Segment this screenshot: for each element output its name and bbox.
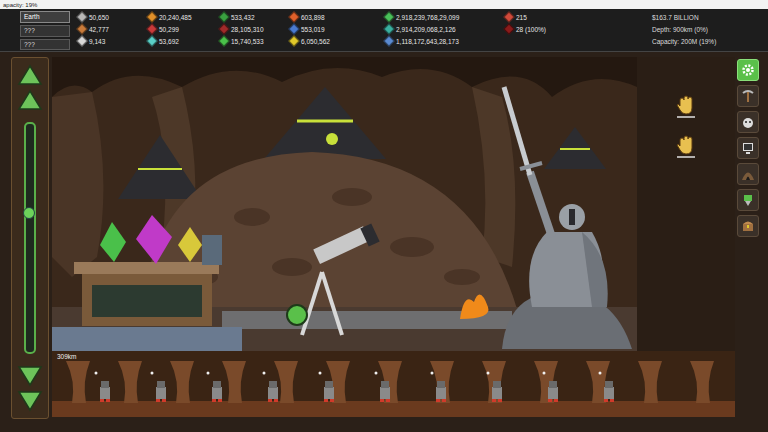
ore-icon xyxy=(76,35,87,46)
chest-icon xyxy=(741,219,755,233)
gear-icon xyxy=(741,63,755,77)
ore-icon xyxy=(146,23,157,34)
resource-count: 50,650 xyxy=(89,14,109,21)
resource-count: 50,299 xyxy=(159,26,179,33)
resource-item: 1,118,172,643,28,173 xyxy=(385,35,497,47)
resource-count: 20,240,485 xyxy=(159,14,192,21)
resource-item: 533,432 xyxy=(220,11,282,23)
resource-count: 553,019 xyxy=(301,26,325,33)
resource-item: 50,299 xyxy=(148,23,212,35)
hand-icon[interactable] xyxy=(673,93,699,119)
side-panel xyxy=(637,57,735,351)
ore-icon xyxy=(383,35,394,46)
resource-count: 603,898 xyxy=(301,14,325,21)
ore-icon xyxy=(146,35,157,46)
depth-thumb[interactable] xyxy=(23,207,35,219)
resource-count: 15,740,533 xyxy=(231,38,264,45)
resource-item: 28,105,310 xyxy=(220,23,282,35)
scroll-top-up-icon[interactable] xyxy=(17,64,43,86)
toolbar-button[interactable] xyxy=(737,85,759,107)
resource-item: 20,240,485 xyxy=(148,11,212,23)
resource-column: 215 28 (100%) xyxy=(505,11,585,35)
resource-item: 50,650 xyxy=(78,11,140,23)
resource-item: 9,143 xyxy=(78,35,140,47)
resource-count: 533,432 xyxy=(231,14,255,21)
resource-count: 2,914,209,068,2,126 xyxy=(396,26,456,33)
stat-text: Capacity: 200M (19%) xyxy=(652,35,762,47)
resource-item: 215 xyxy=(505,11,585,23)
ore-icon xyxy=(383,23,394,34)
resource-count: 28,105,310 xyxy=(231,26,264,33)
depth-scroller xyxy=(11,57,49,419)
scroll-up-icon[interactable] xyxy=(17,89,43,111)
resource-item: 42,777 xyxy=(78,23,140,35)
resource-column: 2,918,239,768,29,099 2,914,209,068,2,126 1… xyxy=(385,11,497,47)
ore-icon xyxy=(146,11,157,22)
creature-icon xyxy=(741,115,755,129)
stats: $163.7 BILLIONDepth: 900km (0%)Capacity:… xyxy=(652,11,762,47)
resource-column: 50,650 42,777 9,143 xyxy=(78,11,140,47)
toolbar-button[interactable] xyxy=(737,189,759,211)
toolbar-button[interactable] xyxy=(737,137,759,159)
depth-track[interactable] xyxy=(24,122,36,354)
cave-icon xyxy=(741,167,755,181)
scroll-bottom-down-icon[interactable] xyxy=(17,390,43,412)
resource-count: 53,692 xyxy=(159,38,179,45)
resource-count: 215 xyxy=(516,14,527,21)
resource-count: 28 (100%) xyxy=(516,26,546,33)
resource-item: 603,898 xyxy=(290,11,377,23)
pickaxe-icon xyxy=(741,89,755,103)
toolbar-button[interactable] xyxy=(737,59,759,81)
world-button[interactable]: Earth xyxy=(20,11,70,23)
resource-item: 2,918,239,768,29,099 xyxy=(385,11,497,23)
stat-text: Depth: 900km (0%) xyxy=(652,23,762,35)
world-button[interactable]: ??? xyxy=(20,25,70,37)
hand-icon[interactable] xyxy=(673,133,699,159)
window-title: apacity: 19% xyxy=(3,2,37,8)
ore-icon xyxy=(383,11,394,22)
title-bar: apacity: 19% xyxy=(0,0,768,9)
ore-icon xyxy=(503,11,514,22)
resource-item: 6,050,562 xyxy=(290,35,377,47)
ore-icon xyxy=(288,35,299,46)
toolbar xyxy=(737,57,761,431)
mine-scene[interactable] xyxy=(52,57,637,351)
resource-count: 1,118,172,643,28,173 xyxy=(396,38,459,45)
depth-label: 309km xyxy=(57,353,77,360)
resource-count: 42,777 xyxy=(89,26,109,33)
toolbar-button[interactable] xyxy=(737,111,759,133)
resource-column: 20,240,485 50,299 53,692 xyxy=(148,11,212,47)
resource-item: 553,019 xyxy=(290,23,377,35)
toolbar-button[interactable] xyxy=(737,163,759,185)
ore-icon xyxy=(288,11,299,22)
resource-count: 9,143 xyxy=(89,38,105,45)
scroll-down-icon[interactable] xyxy=(17,365,43,387)
ore-icon xyxy=(218,35,229,46)
toolbar-button[interactable] xyxy=(737,215,759,237)
ore-icon xyxy=(218,11,229,22)
mine-level-strip[interactable]: 309km xyxy=(52,351,735,417)
resource-column: 533,432 28,105,310 15,740,533 xyxy=(220,11,282,47)
resource-count: 2,918,239,768,29,099 xyxy=(396,14,459,21)
resource-column: 603,898 553,019 6,050,562 xyxy=(290,11,377,47)
resource-item: 2,914,209,068,2,126 xyxy=(385,23,497,35)
world-button[interactable]: ??? xyxy=(20,39,70,51)
ore-icon xyxy=(288,23,299,34)
ore-icon xyxy=(503,23,514,34)
resource-item: 28 (100%) xyxy=(505,23,585,35)
drill-icon xyxy=(741,193,755,207)
resource-item: 15,740,533 xyxy=(220,35,282,47)
ore-icon xyxy=(218,23,229,34)
ore-icon xyxy=(76,11,87,22)
resource-item: 53,692 xyxy=(148,35,212,47)
world-list: Earth?????? xyxy=(20,11,70,50)
resource-bar: Earth?????? 50,650 42,777 9,143 20,240,485 50… xyxy=(0,9,768,52)
computer-icon xyxy=(741,141,755,155)
ore-icon xyxy=(76,23,87,34)
stat-text: $163.7 BILLION xyxy=(652,11,762,23)
resource-count: 6,050,562 xyxy=(301,38,330,45)
